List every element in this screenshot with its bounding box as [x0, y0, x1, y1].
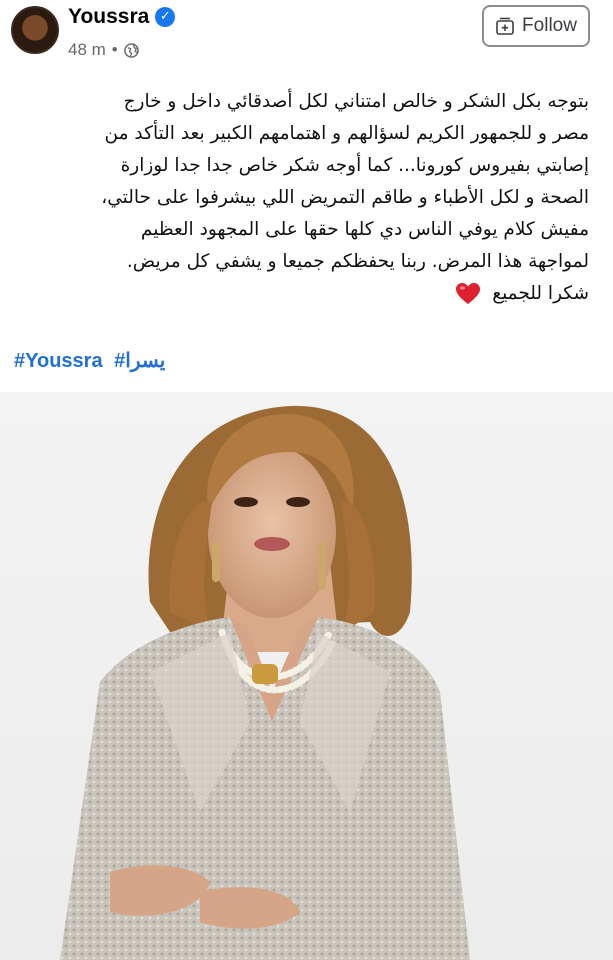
post-meta: 48 m •	[68, 40, 139, 60]
post-body: بتوجه بكل الشكر و خالص امتناني لكل أصدقا…	[14, 86, 589, 310]
hashtag-link[interactable]: #Youssra	[14, 350, 103, 372]
heart-icon	[456, 283, 481, 304]
hashtag-row: #Youssra #يسرا	[14, 348, 171, 373]
post-line-last: شكرا للجميع	[14, 278, 589, 310]
post-line: الصحة و لكل الأطباء و طاقم التمريض اللي …	[101, 187, 589, 208]
post-line: لمواجهة هذا المرض. ربنا يحفظكم جميعا و ي…	[126, 251, 589, 272]
follow-button[interactable]: Follow	[482, 5, 590, 47]
thanks-text: شكرا للجميع	[492, 283, 589, 304]
portrait-image	[60, 405, 470, 960]
post-line: مفيش كلام يوفي الناس دي كلها حقها على ال…	[140, 219, 589, 240]
author-name-row: Youssra ✓	[68, 5, 176, 29]
post-header: Youssra ✓ 48 m • Follow	[0, 0, 613, 72]
post-time[interactable]: 48 m	[68, 40, 106, 60]
follow-label: Follow	[522, 15, 577, 36]
follow-icon	[496, 17, 514, 35]
meta-separator: •	[111, 40, 118, 59]
hashtag-link[interactable]: #يسرا	[114, 350, 165, 372]
post-photo[interactable]	[0, 392, 613, 960]
globe-icon	[123, 42, 139, 58]
post-line: مصر و للجمهور الكريم لسؤالهم و اهتمامهم …	[104, 123, 589, 144]
post-line: بتوجه بكل الشكر و خالص امتناني لكل أصدقا…	[123, 91, 589, 112]
author-avatar[interactable]	[11, 6, 59, 54]
post-line: إصابتي بفيروس كورونا... كما أوجه شكر خاص…	[120, 155, 589, 176]
author-name[interactable]: Youssra	[68, 5, 149, 29]
verified-badge-icon: ✓	[155, 7, 176, 27]
